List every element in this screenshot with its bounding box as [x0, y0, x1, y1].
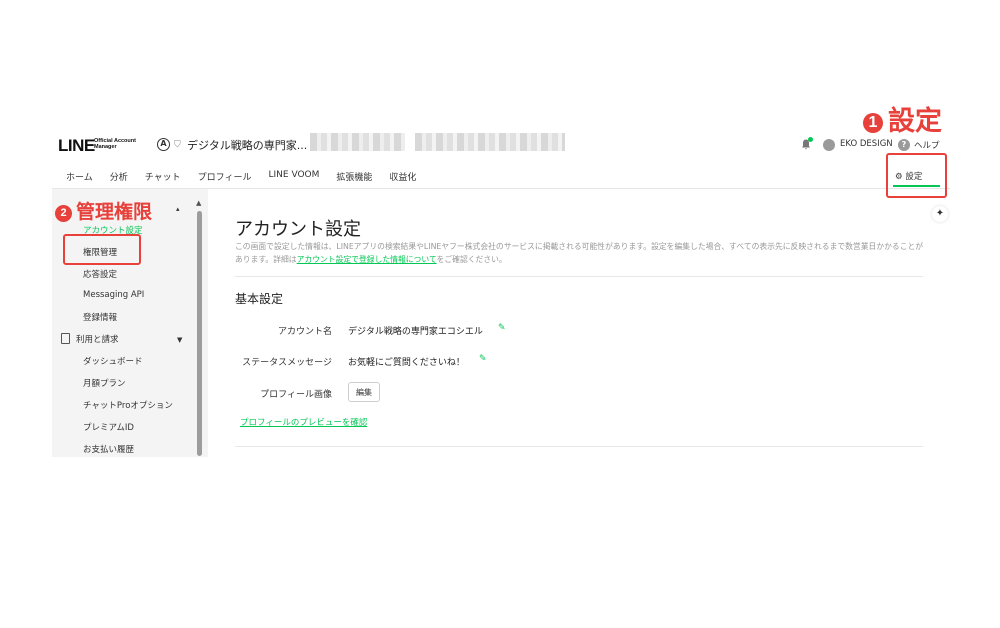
status-message-value: お気軽にご質問くださいね！	[348, 358, 465, 368]
annotation-highlight-settings	[886, 153, 947, 198]
annotation-badge-2: 2	[55, 205, 72, 222]
notification-dot	[808, 137, 813, 142]
scroll-up-icon[interactable]: ▲	[196, 199, 201, 207]
nav-chat[interactable]: チャット	[145, 170, 181, 183]
sidebar-item-dashboard[interactable]: ダッシュボード	[83, 355, 143, 367]
account-name-value: デジタル戦略の専門家エコシエル	[348, 327, 483, 337]
main-nav: ホーム 分析 チャット プロフィール LINE VOOM 拡張機能 収益化	[66, 170, 433, 183]
account-info-link[interactable]: アカウント設定で登録した情報について	[297, 255, 437, 264]
sidebar-item-premium-id[interactable]: プレミアムID	[83, 421, 134, 433]
sidebar-item-response-settings[interactable]: 応答設定	[83, 268, 117, 280]
pencil-icon[interactable]: ✎	[479, 354, 487, 364]
annotation-label-2: 管理権限	[76, 201, 153, 223]
receipt-icon	[61, 333, 70, 344]
section-title-basic: 基本設定	[235, 292, 284, 306]
user-name[interactable]: EKO DESIGN	[840, 139, 893, 149]
sidebar-item-messaging-api[interactable]: Messaging API	[83, 290, 144, 300]
pixelated-area	[415, 133, 565, 151]
page-description: この画面で設定した情報は、LINEアプリの検索結果やLINEヤフー株式会社のサー…	[235, 242, 924, 264]
sidebar-scrollbar[interactable]	[197, 211, 202, 456]
status-message-label: ステータスメッセージ	[242, 358, 332, 368]
annotation-highlight-permissions	[63, 234, 141, 265]
chevron-up-icon[interactable]: ▴	[176, 205, 180, 213]
page-title: アカウント設定	[235, 219, 361, 240]
divider	[235, 446, 923, 447]
chevron-down-icon[interactable]: ▼	[177, 336, 182, 344]
profile-image-label: プロフィール画像	[260, 390, 332, 400]
divider	[235, 276, 923, 277]
line-logo[interactable]: LINE	[58, 136, 95, 156]
annotation-badge-1: 1	[863, 113, 883, 133]
nav-line-voom[interactable]: LINE VOOM	[269, 170, 320, 183]
help-icon[interactable]: ?	[898, 139, 910, 151]
account-avatar-icon[interactable]: A	[157, 138, 170, 151]
nav-monetization[interactable]: 収益化	[389, 170, 416, 183]
sidebar-item-monthly-plan[interactable]: 月額プラン	[83, 377, 126, 389]
help-link[interactable]: ヘルプ	[914, 139, 940, 151]
sparkle-icon[interactable]: ✦	[932, 206, 948, 222]
sidebar-item-payment-history[interactable]: お支払い履歴	[83, 443, 134, 455]
nav-home[interactable]: ホーム	[66, 170, 93, 183]
profile-preview-link[interactable]: プロフィールのプレビューを確認	[240, 416, 367, 428]
shield-icon: ⛉	[174, 140, 181, 150]
pencil-icon[interactable]: ✎	[498, 323, 506, 333]
sidebar-item-registration-info[interactable]: 登録情報	[83, 311, 117, 323]
user-icon[interactable]	[823, 139, 835, 151]
account-name[interactable]: デジタル戦略の専門家...	[187, 137, 307, 153]
annotation-label-1: 設定	[888, 106, 942, 137]
pixelated-area	[310, 133, 405, 151]
edit-profile-image-button[interactable]: 編集	[348, 382, 380, 402]
nav-profile[interactable]: プロフィール	[198, 170, 252, 183]
nav-analytics[interactable]: 分析	[110, 170, 128, 183]
logo-subtitle: Official Account Manager	[94, 138, 136, 150]
nav-extensions[interactable]: 拡張機能	[336, 170, 372, 183]
sidebar-item-chat-pro-option[interactable]: チャットProオプション	[83, 399, 173, 411]
sidebar-section-billing[interactable]: 利用と請求	[76, 333, 119, 345]
account-name-label: アカウント名	[277, 327, 332, 337]
